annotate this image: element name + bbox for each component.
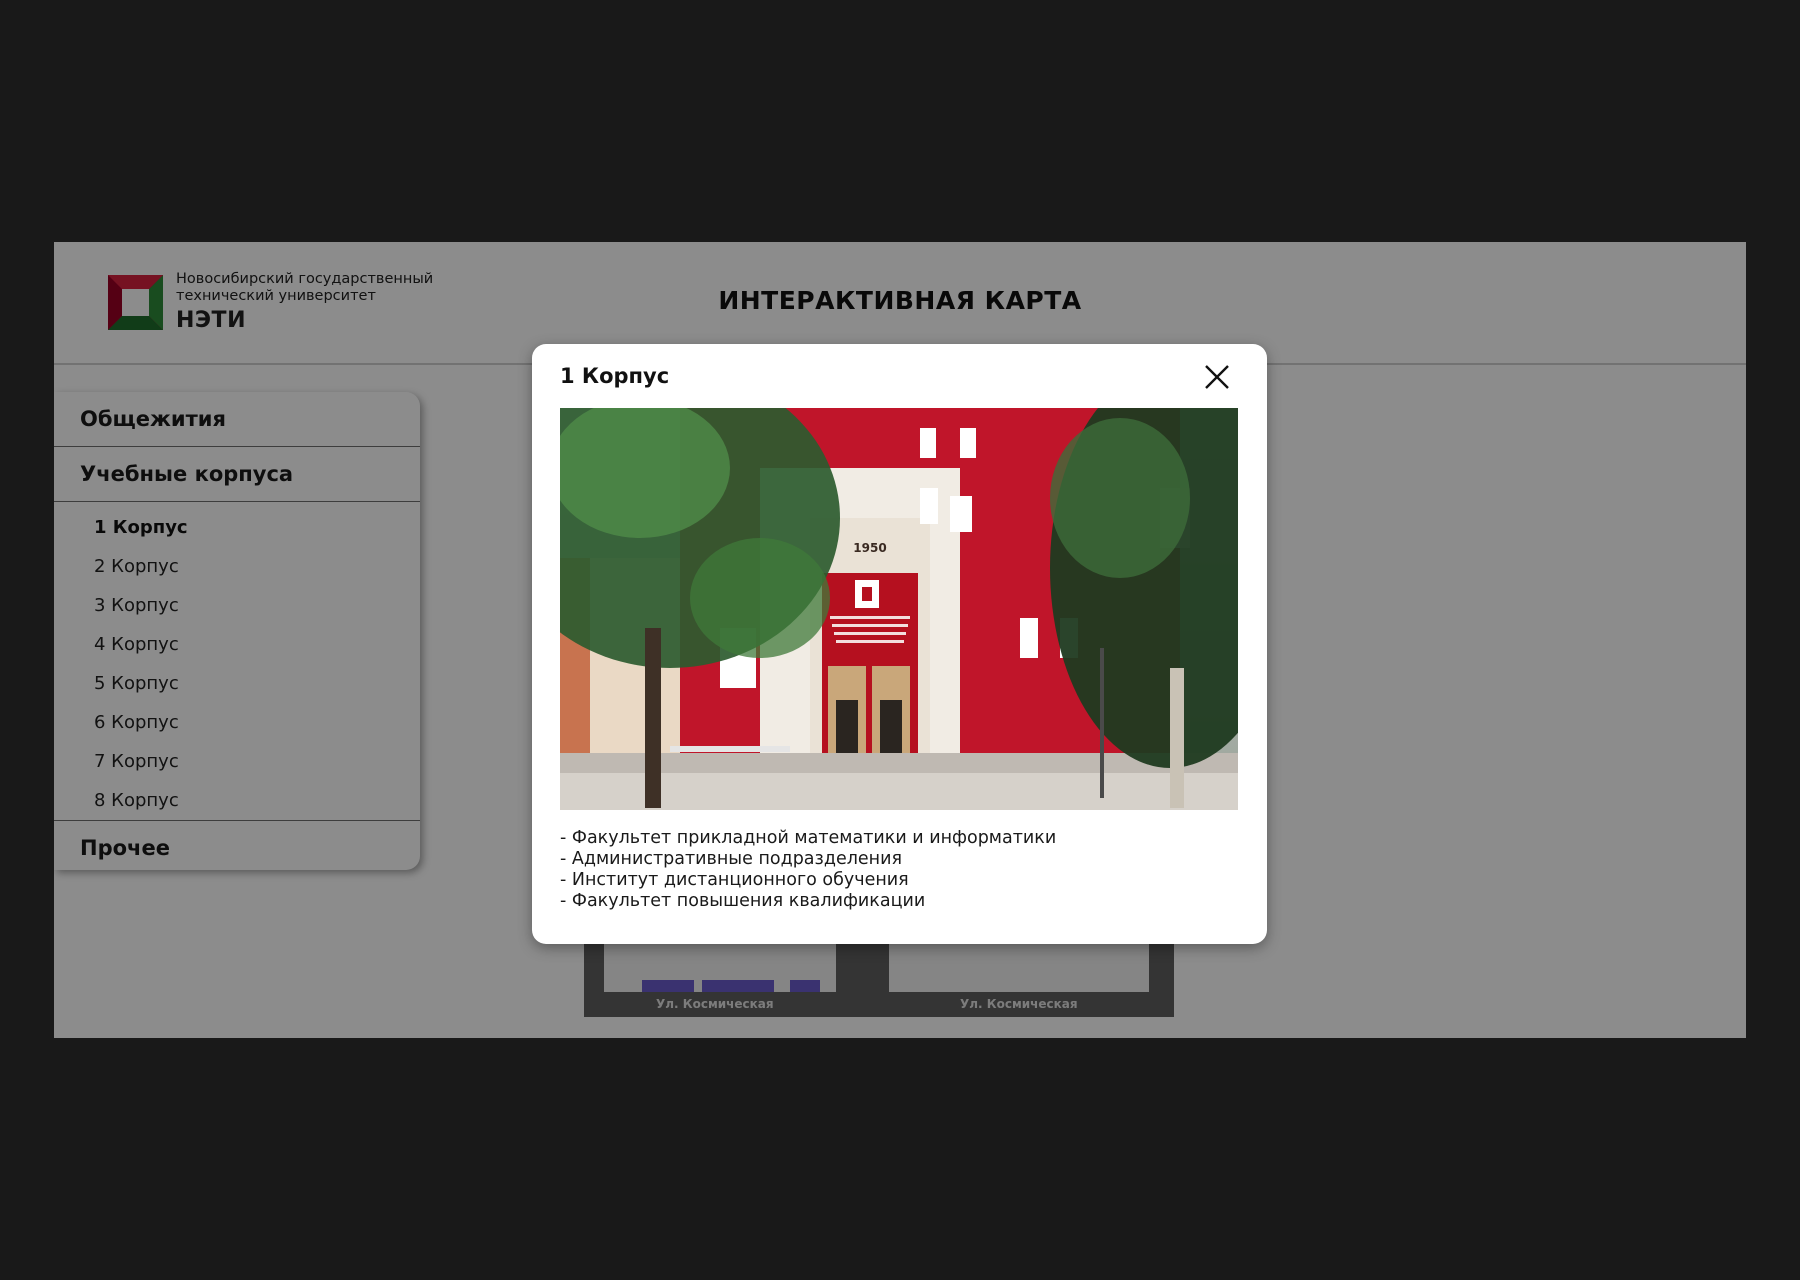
building-photo: 1950	[560, 408, 1238, 810]
modal-title: 1 Корпус	[560, 364, 670, 388]
description-item: - Институт дистанционного обучения	[560, 870, 909, 890]
description-item: - Факультет прикладной математики и инфо…	[560, 828, 1057, 848]
close-icon[interactable]	[1202, 362, 1232, 392]
facade-year: 1950	[853, 541, 886, 555]
description-item: - Факультет повышения квалификации	[560, 891, 926, 911]
description-item: - Административные подразделения	[560, 849, 903, 869]
building-description: - Факультет прикладной математики и инфо…	[560, 828, 1056, 912]
building-modal: 1 Корпус 1950 - Факультет прикладной мат…	[532, 344, 1267, 944]
